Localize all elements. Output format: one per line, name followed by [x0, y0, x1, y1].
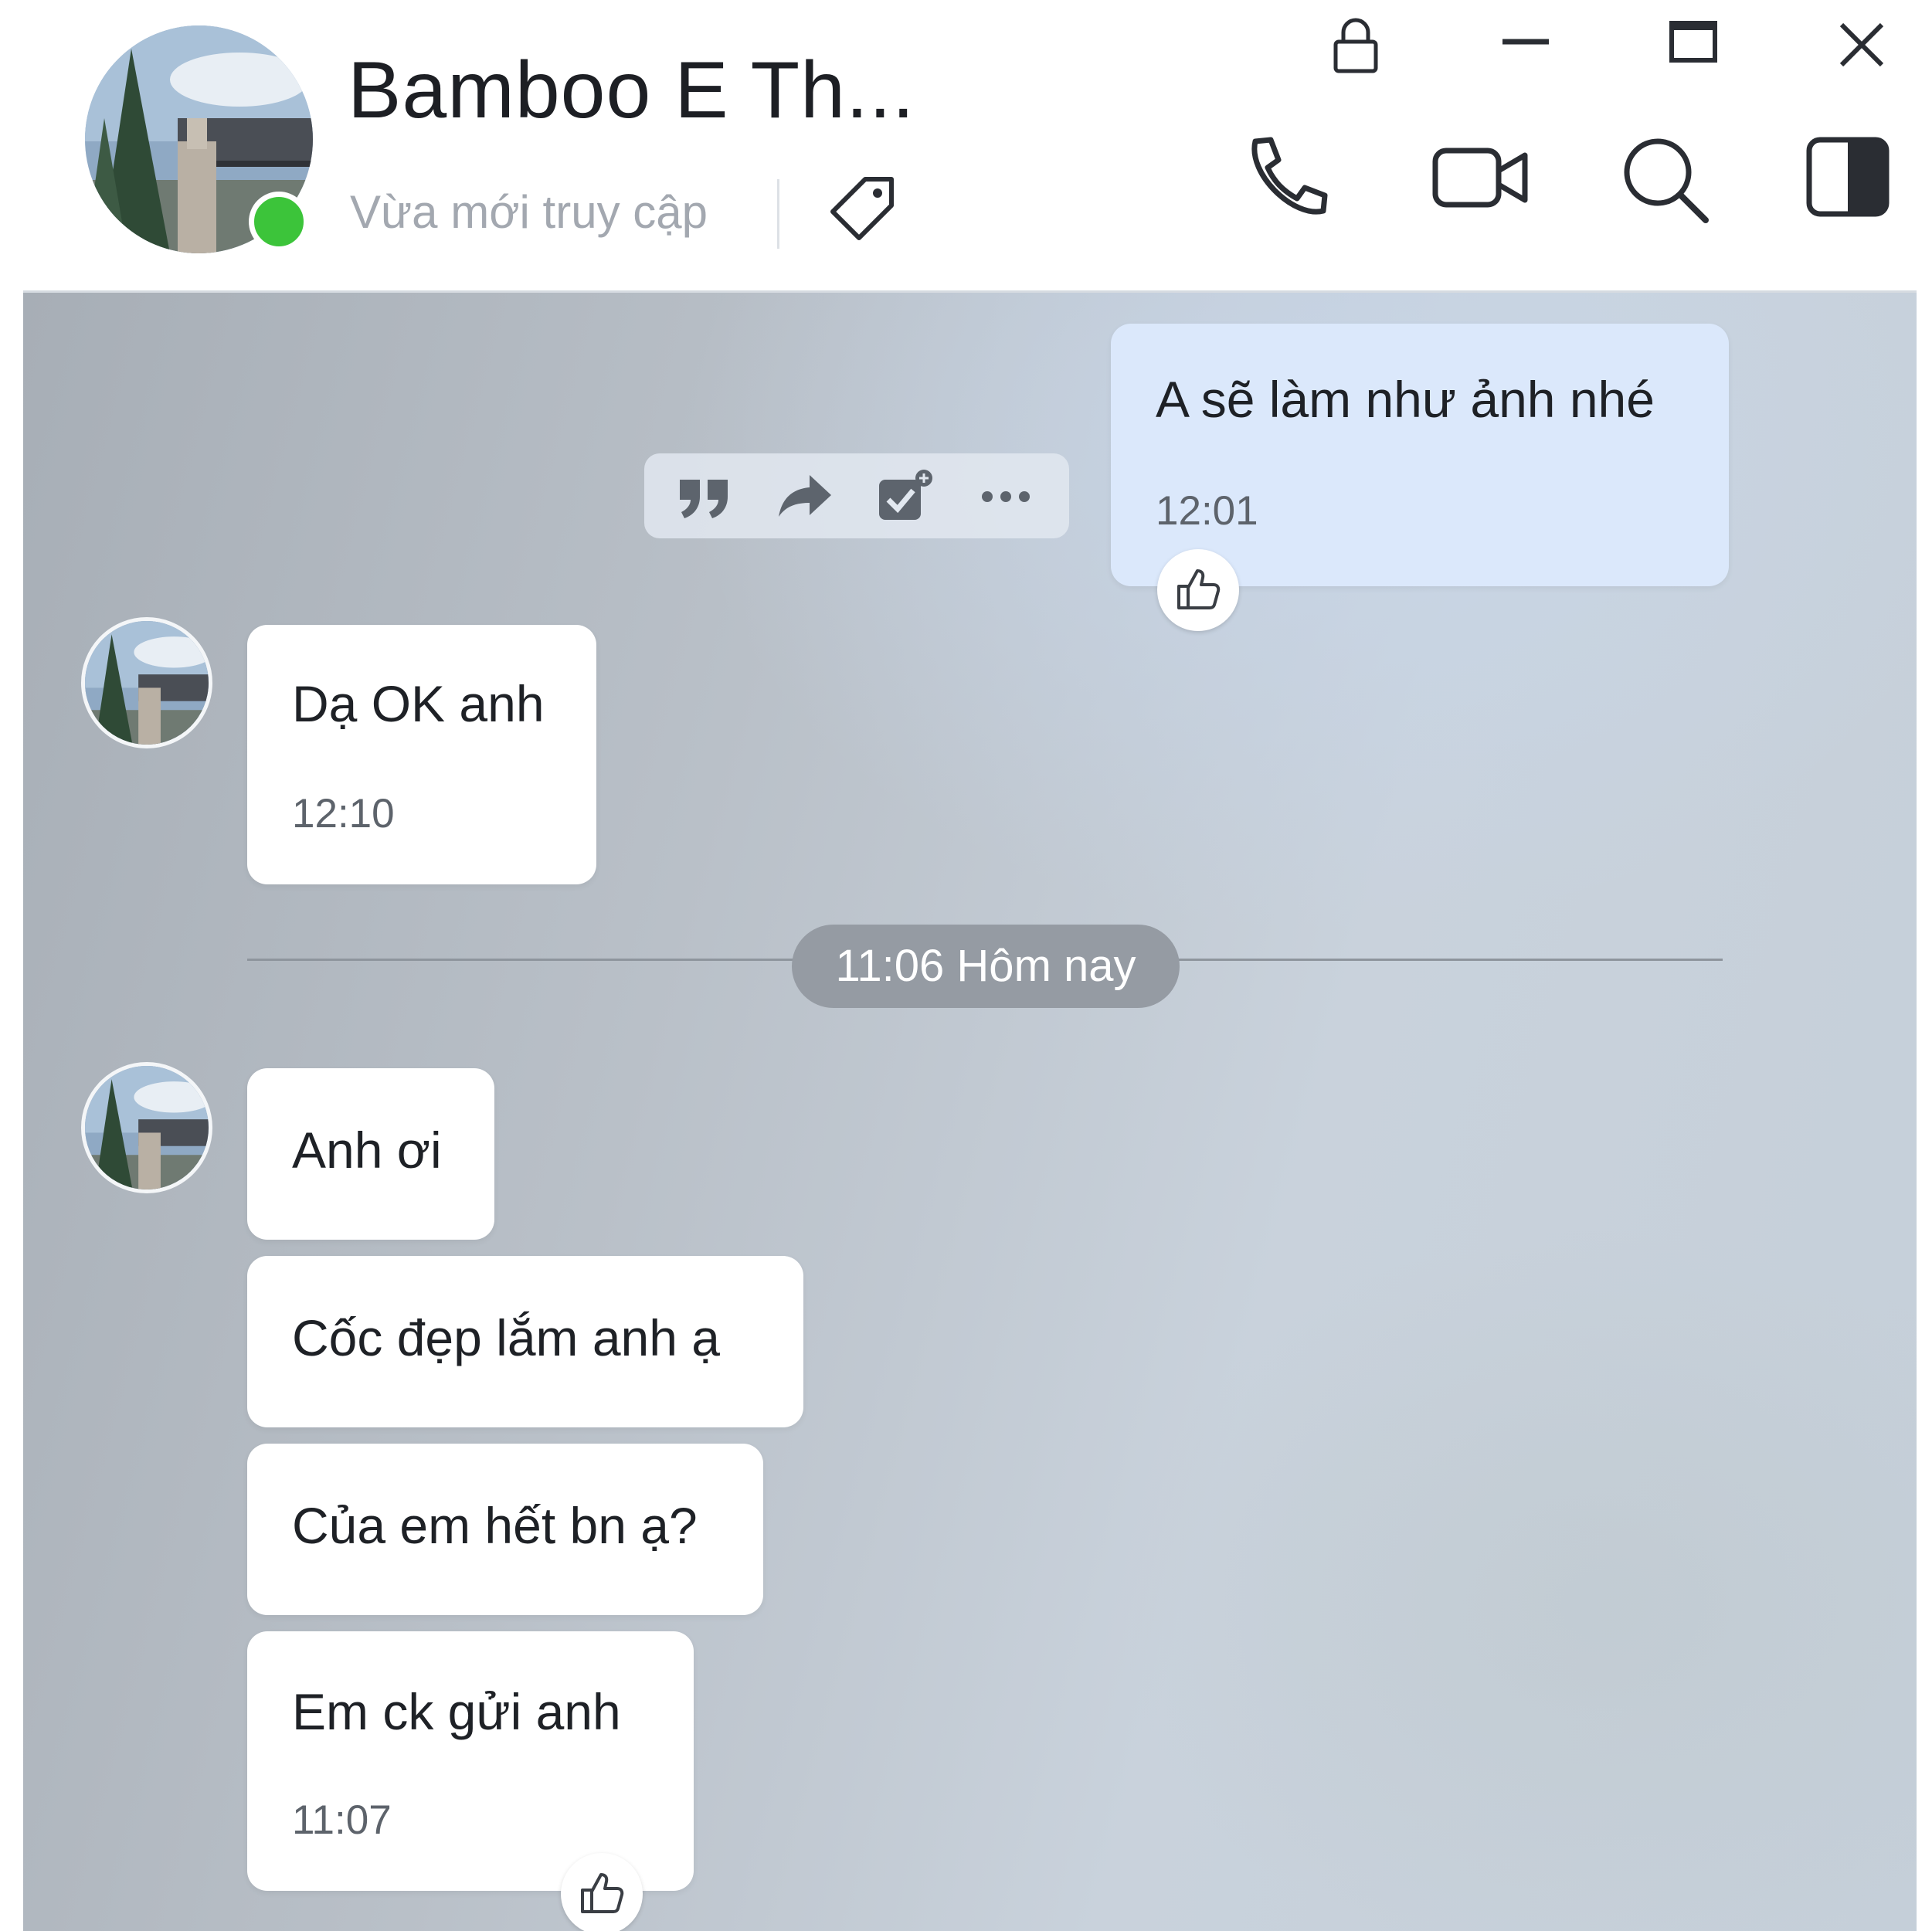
message-list[interactable]: A sẽ làm như ảnh nhé 12:01 Dạ OK anh 12:… [23, 293, 1917, 1931]
maximize-icon[interactable] [1662, 14, 1724, 76]
date-divider-label: 11:06 Hôm nay [835, 941, 1136, 991]
date-divider: 11:06 Hôm nay [792, 925, 1180, 1008]
message-text: A sẽ làm như ảnh nhé [1156, 371, 1655, 428]
header-divider [777, 179, 779, 249]
online-status-dot [249, 192, 309, 252]
incoming-message[interactable]: Cốc đẹp lắm anh ạ [247, 1256, 803, 1427]
add-task-icon[interactable] [876, 469, 935, 523]
incoming-message[interactable]: Em ck gửi anh 11:07 [247, 1631, 694, 1891]
message-text: Của em hết bn ạ? [292, 1497, 698, 1554]
incoming-message[interactable]: Dạ OK anh 12:10 [247, 625, 596, 884]
message-time: 11:07 [292, 1797, 392, 1843]
more-icon[interactable] [976, 469, 1035, 523]
close-icon[interactable] [1831, 14, 1893, 76]
forward-icon[interactable] [776, 469, 834, 523]
message-text: Cốc đẹp lắm anh ạ [292, 1309, 721, 1366]
chat-header: Bamboo E Th... Vừa mới truy cập [23, 0, 1917, 293]
message-text: Dạ OK anh [292, 675, 545, 732]
phone-icon[interactable] [1232, 127, 1333, 228]
quote-icon[interactable] [675, 469, 734, 523]
outgoing-message[interactable]: A sẽ làm như ảnh nhé 12:01 [1111, 324, 1729, 586]
sender-avatar[interactable] [81, 617, 212, 748]
message-text: Anh ơi [292, 1122, 442, 1179]
chat-window: Bamboo E Th... Vừa mới truy cập A sẽ làm… [23, 0, 1917, 1931]
lock-icon[interactable] [1325, 14, 1387, 76]
sender-avatar[interactable] [81, 1062, 212, 1193]
message-text: Em ck gửi anh [292, 1683, 621, 1740]
like-reaction-icon[interactable] [1157, 549, 1239, 631]
incoming-message[interactable]: Anh ơi [247, 1068, 494, 1240]
like-reaction-icon[interactable] [561, 1853, 643, 1931]
search-icon[interactable] [1615, 127, 1715, 228]
message-time: 12:10 [292, 791, 395, 837]
minimize-icon[interactable] [1495, 14, 1557, 76]
incoming-message[interactable]: Của em hết bn ạ? [247, 1444, 763, 1615]
contact-name[interactable]: Bamboo E Th... [348, 45, 915, 137]
video-camera-icon[interactable] [1429, 127, 1530, 228]
tag-icon[interactable] [823, 171, 901, 249]
message-time: 12:01 [1156, 488, 1258, 534]
last-seen-status: Vừa mới truy cập [350, 186, 708, 238]
side-panel-icon[interactable] [1800, 127, 1900, 228]
message-action-toolbar [644, 453, 1069, 538]
